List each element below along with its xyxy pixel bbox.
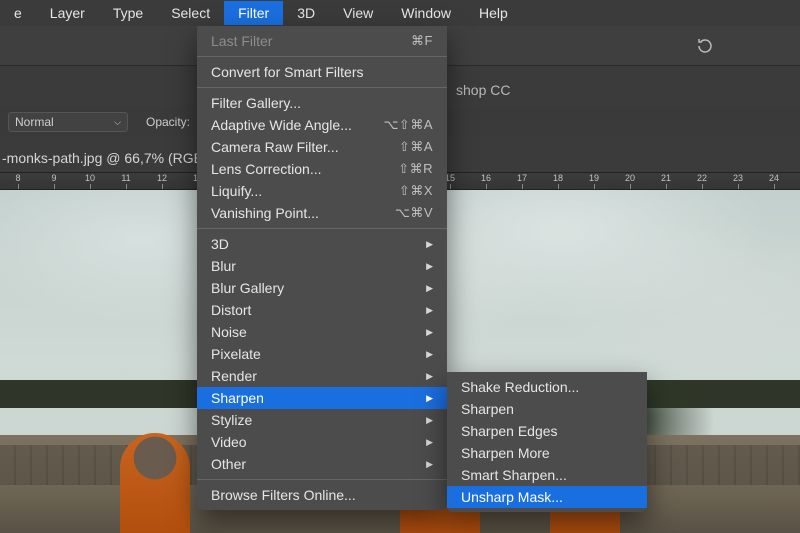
menu-item-label: Convert for Smart Filters bbox=[211, 64, 363, 80]
ruler-tick: 17 bbox=[504, 173, 540, 189]
menu-item-label: Sharpen More bbox=[461, 445, 550, 461]
menu-item-render-submenu[interactable]: Render bbox=[197, 365, 447, 387]
menu-item-filter[interactable]: Filter bbox=[224, 1, 283, 25]
menu-item-last-filter: Last Filter ⌘F bbox=[197, 30, 447, 52]
reset-icon[interactable] bbox=[695, 36, 715, 56]
menu-shortcut: ⌘F bbox=[411, 33, 433, 49]
ruler-tick: 11 bbox=[108, 173, 144, 189]
app-name-partial: shop CC bbox=[456, 82, 510, 98]
blend-mode-value: Normal bbox=[15, 115, 54, 129]
menu-item-3d-submenu[interactable]: 3D bbox=[197, 233, 447, 255]
menu-item-label: Distort bbox=[211, 302, 251, 318]
ruler-tick: 9 bbox=[36, 173, 72, 189]
menu-item-distort-submenu[interactable]: Distort bbox=[197, 299, 447, 321]
menu-item-layer[interactable]: Layer bbox=[36, 1, 99, 25]
menu-item-sharpen-more[interactable]: Sharpen More bbox=[447, 442, 647, 464]
menu-shortcut: ⌥⌘V bbox=[395, 205, 433, 221]
menu-item-label: Vanishing Point... bbox=[211, 205, 319, 221]
chevron-down-icon: ⌵ bbox=[114, 117, 121, 128]
menu-item-adaptive-wide-angle[interactable]: Adaptive Wide Angle... ⌥⇧⌘A bbox=[197, 114, 447, 136]
ruler-tick: 19 bbox=[576, 173, 612, 189]
menu-separator bbox=[197, 479, 447, 480]
menu-item-label: Unsharp Mask... bbox=[461, 489, 563, 505]
menu-item-video-submenu[interactable]: Video bbox=[197, 431, 447, 453]
menu-item-select[interactable]: Select bbox=[157, 1, 224, 25]
menu-item-label: Liquify... bbox=[211, 183, 262, 199]
filter-menu: Last Filter ⌘F Convert for Smart Filters… bbox=[197, 26, 447, 510]
menu-item-sharpen-edges[interactable]: Sharpen Edges bbox=[447, 420, 647, 442]
ruler-tick: 20 bbox=[612, 173, 648, 189]
ruler-tick: 24 bbox=[756, 173, 792, 189]
menu-item-blur-submenu[interactable]: Blur bbox=[197, 255, 447, 277]
menu-item-3d[interactable]: 3D bbox=[283, 1, 329, 25]
ruler-tick: 23 bbox=[720, 173, 756, 189]
menu-item-unsharp-mask[interactable]: Unsharp Mask... bbox=[447, 486, 647, 508]
menu-item-edge-truncated[interactable]: e bbox=[0, 1, 36, 25]
photo-person bbox=[120, 433, 190, 533]
menu-item-label: Last Filter bbox=[211, 33, 272, 49]
ruler-tick: 16 bbox=[468, 173, 504, 189]
menu-item-browse-filters-online[interactable]: Browse Filters Online... bbox=[197, 484, 447, 506]
menu-item-label: Pixelate bbox=[211, 346, 261, 362]
menu-item-type[interactable]: Type bbox=[99, 1, 157, 25]
menu-item-label: Shake Reduction... bbox=[461, 379, 579, 395]
menu-shortcut: ⇧⌘X bbox=[399, 183, 433, 199]
menu-item-convert-smart-filters[interactable]: Convert for Smart Filters bbox=[197, 61, 447, 83]
menu-item-window[interactable]: Window bbox=[387, 1, 465, 25]
menu-separator bbox=[197, 228, 447, 229]
menu-item-label: Adaptive Wide Angle... bbox=[211, 117, 352, 133]
menu-item-label: Smart Sharpen... bbox=[461, 467, 567, 483]
menu-item-label: Browse Filters Online... bbox=[211, 487, 356, 503]
opacity-label: Opacity: bbox=[146, 115, 190, 129]
menu-item-blur-gallery-submenu[interactable]: Blur Gallery bbox=[197, 277, 447, 299]
menu-item-stylize-submenu[interactable]: Stylize bbox=[197, 409, 447, 431]
menu-item-label: Sharpen Edges bbox=[461, 423, 558, 439]
menu-item-lens-correction[interactable]: Lens Correction... ⇧⌘R bbox=[197, 158, 447, 180]
document-tab[interactable]: -monks-path.jpg @ 66,7% (RGB bbox=[0, 150, 203, 166]
menu-item-label: Video bbox=[211, 434, 247, 450]
menu-item-label: Lens Correction... bbox=[211, 161, 322, 177]
blend-mode-select[interactable]: Normal ⌵ bbox=[8, 112, 128, 132]
menu-item-liquify[interactable]: Liquify... ⇧⌘X bbox=[197, 180, 447, 202]
app-menubar: e Layer Type Select Filter 3D View Windo… bbox=[0, 0, 800, 26]
ruler-tick: 8 bbox=[0, 173, 36, 189]
menu-item-label: Other bbox=[211, 456, 246, 472]
menu-item-label: Sharpen bbox=[461, 401, 514, 417]
ruler-tick: 25 bbox=[792, 173, 800, 189]
menu-item-label: Blur bbox=[211, 258, 236, 274]
menu-item-other-submenu[interactable]: Other bbox=[197, 453, 447, 475]
menu-separator bbox=[197, 56, 447, 57]
menu-item-pixelate-submenu[interactable]: Pixelate bbox=[197, 343, 447, 365]
menu-item-shake-reduction[interactable]: Shake Reduction... bbox=[447, 376, 647, 398]
menu-item-label: Sharpen bbox=[211, 390, 264, 406]
ruler-tick: 18 bbox=[540, 173, 576, 189]
ruler-tick: 21 bbox=[648, 173, 684, 189]
menu-item-label: Filter Gallery... bbox=[211, 95, 301, 111]
menu-separator bbox=[197, 87, 447, 88]
menu-item-label: Blur Gallery bbox=[211, 280, 284, 296]
menu-item-label: Noise bbox=[211, 324, 247, 340]
menu-item-smart-sharpen[interactable]: Smart Sharpen... bbox=[447, 464, 647, 486]
ruler-tick: 12 bbox=[144, 173, 180, 189]
menu-shortcut: ⇧⌘R bbox=[398, 161, 433, 177]
menu-item-camera-raw[interactable]: Camera Raw Filter... ⇧⌘A bbox=[197, 136, 447, 158]
menu-shortcut: ⇧⌘A bbox=[399, 139, 433, 155]
menu-shortcut: ⌥⇧⌘A bbox=[383, 117, 433, 133]
menu-item-filter-gallery[interactable]: Filter Gallery... bbox=[197, 92, 447, 114]
menu-item-label: 3D bbox=[211, 236, 229, 252]
menu-item-sharpen-submenu[interactable]: Sharpen bbox=[197, 387, 447, 409]
menu-item-label: Stylize bbox=[211, 412, 252, 428]
menu-item-vanishing-point[interactable]: Vanishing Point... ⌥⌘V bbox=[197, 202, 447, 224]
ruler-tick: 22 bbox=[684, 173, 720, 189]
ruler-tick: 10 bbox=[72, 173, 108, 189]
sharpen-submenu: Shake Reduction... Sharpen Sharpen Edges… bbox=[447, 372, 647, 512]
menu-item-noise-submenu[interactable]: Noise bbox=[197, 321, 447, 343]
menu-item-sharpen[interactable]: Sharpen bbox=[447, 398, 647, 420]
menu-item-label: Camera Raw Filter... bbox=[211, 139, 339, 155]
menu-item-help[interactable]: Help bbox=[465, 1, 522, 25]
menu-item-view[interactable]: View bbox=[329, 1, 387, 25]
menu-item-label: Render bbox=[211, 368, 257, 384]
